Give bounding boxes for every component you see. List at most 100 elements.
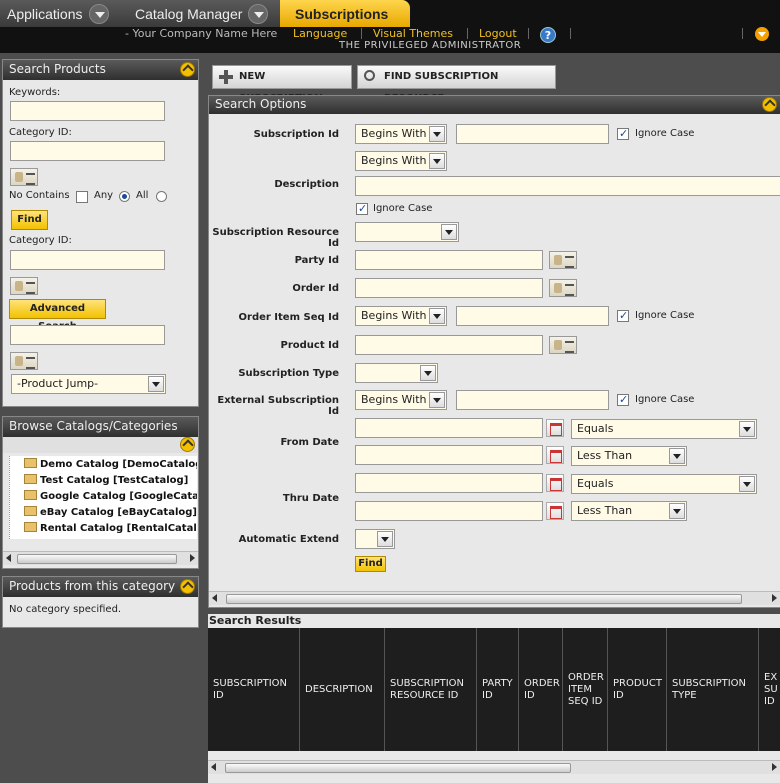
category-id-input-2[interactable] — [10, 250, 165, 270]
ignore-case-label: Ignore Case — [373, 203, 433, 214]
lookup-icon[interactable] — [10, 352, 38, 370]
all-radio[interactable] — [156, 191, 167, 202]
find-button[interactable]: Find — [11, 210, 48, 230]
scroll-right-icon[interactable] — [190, 554, 195, 562]
search-results-panel: Search Results SUBSCRIPTION ID DESCRIPTI… — [208, 614, 780, 783]
lookup-icon[interactable] — [10, 168, 38, 186]
from-date-end-input[interactable] — [355, 445, 543, 465]
tab-applications-label: Applications — [7, 5, 83, 22]
collapse-up-icon[interactable] — [762, 97, 777, 112]
column-header-external-id[interactable]: EX SU ID — [759, 628, 780, 751]
thru-date-end-operator-select[interactable]: Less Than — [571, 501, 687, 521]
tree-item-rental-catalog[interactable]: Rental Catalog [RentalCatalog] — [24, 522, 197, 534]
subscription-id-ignore-case-checkbox[interactable] — [617, 127, 629, 140]
column-header-description[interactable]: DESCRIPTION — [300, 628, 385, 751]
lookup-icon[interactable] — [10, 277, 38, 295]
advanced-search-button[interactable]: Advanced Search — [9, 299, 106, 332]
subscription-resource-id-select[interactable] — [355, 222, 459, 242]
chevron-down-icon[interactable] — [755, 27, 769, 41]
app-root: Applications Catalog Manager Subscriptio… — [0, 0, 780, 783]
description-input[interactable] — [355, 176, 780, 196]
scroll-left-icon[interactable] — [211, 763, 216, 771]
scroll-right-icon[interactable] — [772, 594, 777, 602]
visual-themes-link[interactable]: Visual Themes — [373, 27, 453, 40]
tab-catalog-manager[interactable]: Catalog Manager — [122, 0, 282, 27]
column-header-order-item-seq-id[interactable]: ORDER ITEM SEQ ID — [563, 628, 608, 751]
external-subscription-id-input[interactable] — [456, 390, 609, 410]
external-id-operator-select[interactable]: Begins With — [355, 390, 447, 410]
scroll-thumb[interactable] — [17, 554, 177, 564]
results-horizontal-scrollbar[interactable] — [208, 760, 780, 774]
keywords-input[interactable] — [10, 101, 165, 121]
tree-item-label: Rental Catalog [RentalCatalog] — [40, 523, 197, 534]
order-item-seq-id-label: Order Item Seq Id — [238, 312, 339, 323]
product-id-input[interactable] — [10, 325, 165, 345]
chevron-down-icon[interactable] — [88, 3, 109, 24]
description-operator-select[interactable]: Begins With — [355, 151, 447, 171]
tree-item-demo-catalog[interactable]: Demo Catalog [DemoCatalog] — [24, 458, 197, 470]
product-id-input[interactable] — [355, 335, 543, 355]
no-contains-checkbox[interactable] — [76, 191, 88, 203]
column-header-resource-id[interactable]: SUBSCRIPTION RESOURCE ID — [385, 628, 477, 751]
select-value: Begins With — [361, 127, 427, 140]
calendar-icon[interactable] — [546, 502, 564, 520]
tree-item-test-catalog[interactable]: Test Catalog [TestCatalog] — [24, 474, 188, 486]
scroll-left-icon[interactable] — [6, 554, 11, 562]
thru-date-start-operator-select[interactable]: Equals — [571, 474, 757, 494]
tree-horizontal-scrollbar[interactable] — [3, 551, 198, 565]
description-ignore-case-checkbox[interactable] — [356, 202, 368, 215]
logout-link[interactable]: Logout — [479, 27, 517, 40]
party-id-input[interactable] — [355, 250, 543, 270]
find-subscription-resource-button[interactable]: FIND SUBSCRIPTION RESOURCE — [357, 65, 556, 104]
collapse-up-icon[interactable] — [180, 437, 195, 452]
help-icon[interactable]: ? — [540, 27, 556, 43]
scroll-right-icon[interactable] — [772, 763, 777, 771]
from-date-end-operator-select[interactable]: Less Than — [571, 446, 687, 466]
search-options-horizontal-scrollbar[interactable] — [209, 591, 780, 605]
column-header-product-id[interactable]: PRODUCT ID — [608, 628, 667, 751]
lookup-icon[interactable] — [549, 336, 577, 354]
order-item-seq-operator-select[interactable]: Begins With — [355, 306, 447, 326]
subscription-id-input[interactable] — [456, 124, 609, 144]
lookup-icon[interactable] — [549, 279, 577, 297]
calendar-icon[interactable] — [546, 474, 564, 492]
calendar-icon[interactable] — [546, 419, 564, 437]
order-item-seq-id-input[interactable] — [456, 306, 609, 326]
lookup-icon[interactable] — [549, 251, 577, 269]
collapse-up-icon[interactable] — [180, 62, 195, 77]
scroll-left-icon[interactable] — [212, 594, 217, 602]
tree-item-ebay-catalog[interactable]: eBay Catalog [eBayCatalog] — [24, 506, 197, 518]
language-link[interactable]: Language — [293, 27, 347, 40]
tab-subscriptions[interactable]: Subscriptions — [280, 0, 410, 27]
folder-icon — [24, 506, 37, 516]
automatic-extend-select[interactable] — [355, 529, 395, 549]
link-divider — [467, 28, 468, 39]
column-header-order-id[interactable]: ORDER ID — [519, 628, 563, 751]
order-item-seq-ignore-case-checkbox[interactable] — [617, 309, 629, 322]
thru-date-start-input[interactable] — [355, 473, 543, 493]
from-date-start-input[interactable] — [355, 418, 543, 438]
any-radio[interactable] — [119, 191, 130, 202]
tree-item-google-catalog[interactable]: Google Catalog [GoogleCatalog — [24, 490, 197, 502]
from-date-start-operator-select[interactable]: Equals — [571, 419, 757, 439]
collapse-up-icon[interactable] — [180, 579, 195, 594]
tab-applications[interactable]: Applications — [0, 0, 122, 27]
subscription-type-select[interactable] — [355, 363, 438, 383]
order-id-input[interactable] — [355, 278, 543, 298]
thru-date-end-input[interactable] — [355, 501, 543, 521]
external-id-ignore-case-checkbox[interactable] — [617, 393, 629, 406]
link-divider — [528, 28, 529, 39]
calendar-icon[interactable] — [546, 446, 564, 464]
column-header-party-id[interactable]: PARTY ID — [477, 628, 519, 751]
chevron-down-icon[interactable] — [248, 3, 269, 24]
product-id-label: Product Id — [280, 340, 339, 351]
scroll-thumb[interactable] — [226, 594, 742, 604]
product-jump-select[interactable]: -Product Jump- — [11, 374, 166, 394]
new-subscription-button[interactable]: NEW SUBSCRIPTION — [212, 65, 352, 104]
subscription-id-operator-select[interactable]: Begins With — [355, 124, 447, 144]
column-header-subscription-type[interactable]: SUBSCRIPTION TYPE — [667, 628, 759, 751]
find-button[interactable]: Find — [355, 556, 386, 572]
category-id-input[interactable] — [10, 141, 165, 161]
column-header-subscription-id[interactable]: SUBSCRIPTION ID — [208, 628, 300, 751]
scroll-thumb[interactable] — [225, 763, 571, 773]
